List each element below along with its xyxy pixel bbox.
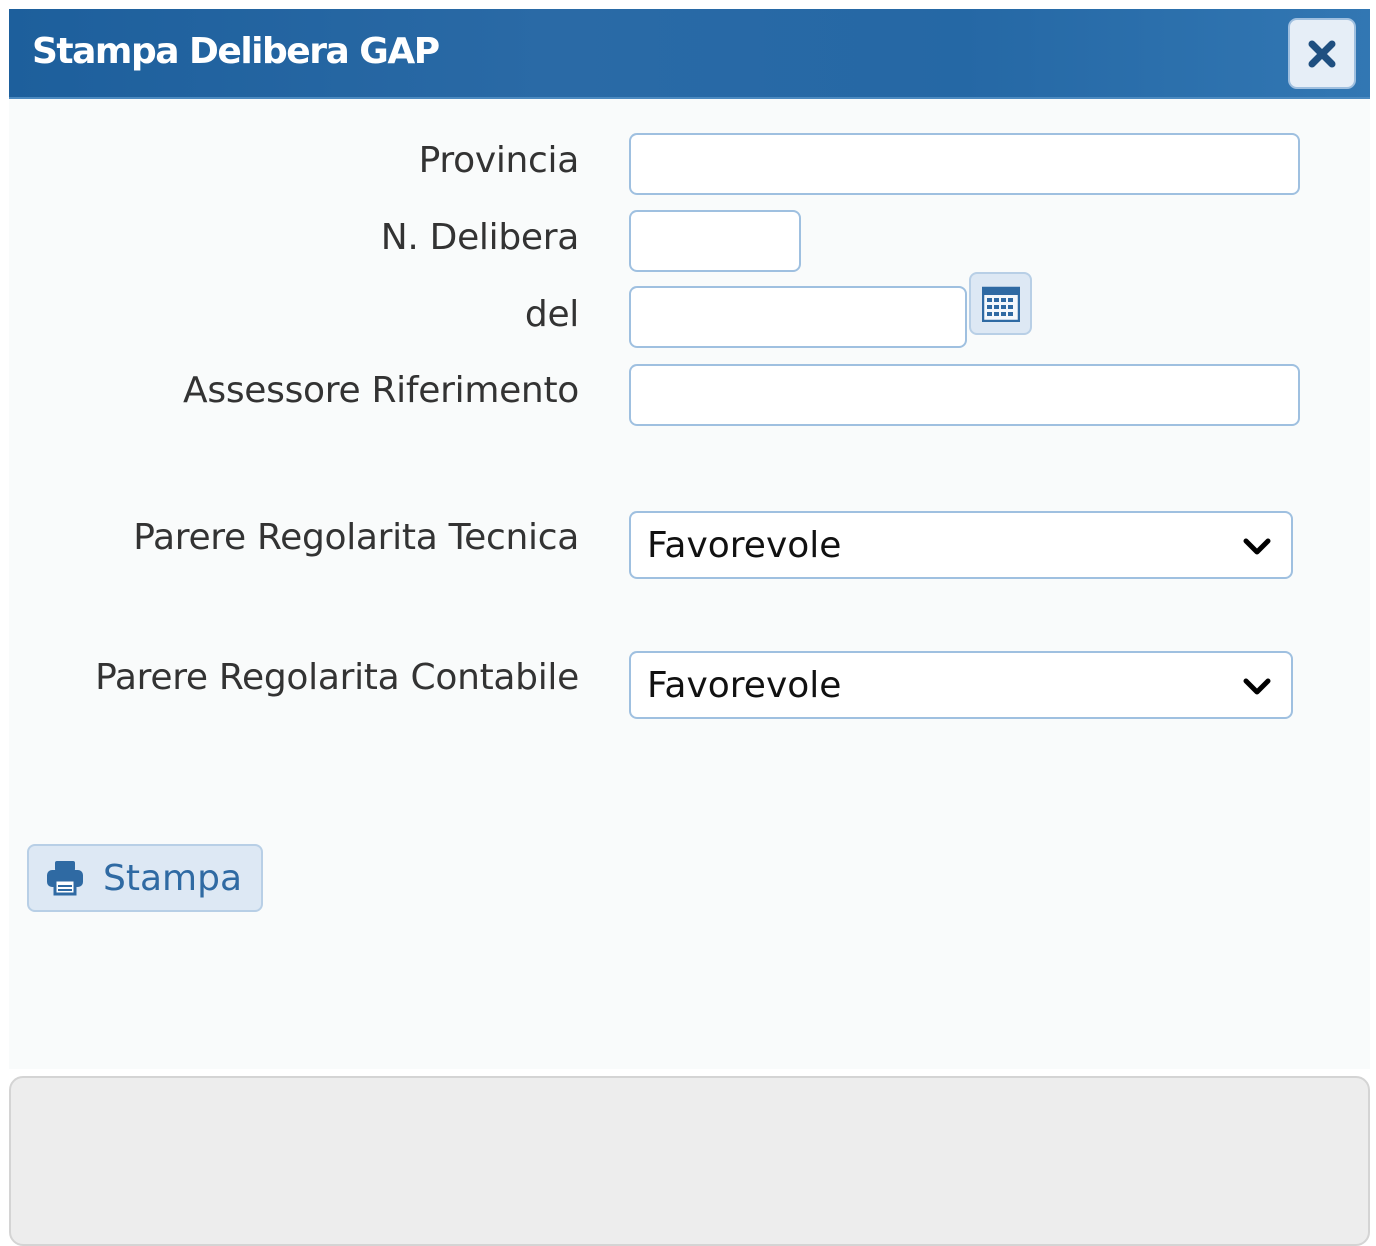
chevron-down-icon: [1243, 678, 1271, 695]
parere-contabile-label: Parere Regolarita Contabile: [95, 657, 579, 698]
provincia-input[interactable]: [629, 133, 1300, 195]
parere-contabile-select[interactable]: Favorevole: [629, 651, 1293, 719]
parere-contabile-value: Favorevole: [647, 664, 842, 706]
del-label: del: [524, 294, 579, 335]
printer-icon: [47, 861, 83, 896]
parere-tecnica-label: Parere Regolarita Tecnica: [133, 517, 579, 558]
dialog-title: Stampa Delibera GAP: [32, 31, 440, 72]
calendar-button[interactable]: [969, 272, 1032, 335]
close-button[interactable]: [1288, 18, 1356, 89]
chevron-down-icon: [1243, 538, 1271, 555]
calendar-icon: [981, 286, 1020, 322]
n-delibera-input[interactable]: [629, 210, 801, 272]
assessore-label: Assessore Riferimento: [183, 370, 579, 411]
provincia-label: Provincia: [418, 140, 580, 181]
parere-tecnica-value: Favorevole: [647, 524, 842, 566]
parere-tecnica-select[interactable]: Favorevole: [629, 511, 1293, 579]
print-button[interactable]: Stampa: [27, 844, 263, 912]
dialog-titlebar[interactable]: Stampa Delibera GAP: [9, 9, 1370, 99]
close-icon: [1308, 40, 1336, 67]
assessore-input[interactable]: [629, 364, 1300, 426]
del-date-input[interactable]: [629, 286, 967, 348]
footer-panel: [9, 1076, 1370, 1246]
n-delibera-label: N. Delibera: [380, 217, 580, 258]
print-button-label: Stampa: [103, 857, 243, 899]
